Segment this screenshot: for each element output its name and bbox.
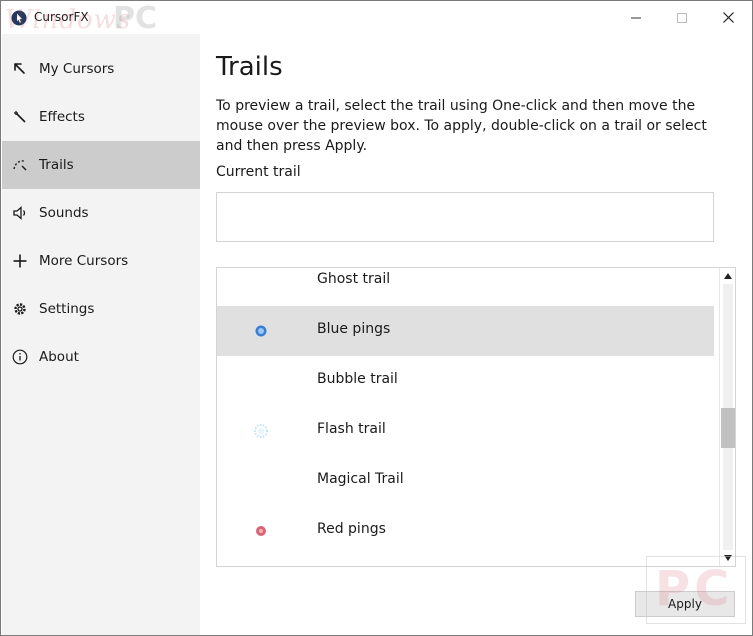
scroll-down-button[interactable] (720, 551, 735, 565)
sidebar-item-label: More Cursors (39, 253, 129, 269)
window-title: CursorFX (34, 10, 89, 24)
sidebar-item-label: My Cursors (39, 61, 115, 77)
magic-wand-icon (12, 109, 28, 125)
speaker-icon (12, 205, 28, 221)
sidebar-item-about[interactable]: About (2, 333, 200, 381)
magical-trail-thumbnail-icon (251, 471, 271, 491)
app-window: CursorFX Windows PC My Cursors Effects T… (0, 0, 753, 636)
sidebar-item-settings[interactable]: Settings (2, 285, 200, 333)
trail-preview-box[interactable] (216, 192, 714, 242)
current-trail-label: Current trail (216, 164, 301, 180)
cursor-arrow-icon (12, 61, 28, 77)
scroll-down-icon (724, 555, 732, 561)
trail-name: Ghost trail (317, 271, 391, 287)
sidebar-item-sounds[interactable]: Sounds (2, 189, 200, 237)
title-bar[interactable]: CursorFX Windows PC (1, 1, 752, 36)
ghost-trail-thumbnail-icon (251, 271, 271, 291)
trail-name: Magical Trail (317, 471, 404, 487)
main-panel: Trails To preview a trail, select the tr… (200, 34, 752, 635)
red-ping-thumbnail-icon (251, 521, 271, 541)
sidebar-item-my-cursors[interactable]: My Cursors (2, 45, 200, 93)
watermark-suffix: PC (113, 1, 158, 36)
maximize-icon (677, 12, 687, 23)
sidebar-item-more-cursors[interactable]: More Cursors (2, 237, 200, 285)
bubble-trail-thumbnail-icon (251, 371, 271, 391)
sidebar: My Cursors Effects Trails Sounds More Cu… (2, 34, 200, 635)
apply-button[interactable]: Apply (635, 591, 735, 617)
blue-ping-thumbnail-icon (251, 321, 271, 341)
gear-icon (12, 301, 28, 317)
sidebar-item-label: Trails (39, 157, 74, 173)
info-icon (12, 349, 28, 365)
trail-list[interactable]: Ghost trail Blue pings Bubble trail Flas… (216, 267, 736, 567)
page-title: Trails (216, 52, 283, 82)
scrollbar-thumb[interactable] (721, 408, 735, 448)
minimize-icon (631, 17, 641, 18)
trail-row-magical-trail[interactable]: Magical Trail (217, 456, 714, 506)
close-button[interactable] (705, 1, 751, 34)
trail-row-blue-pings[interactable]: Blue pings (217, 306, 714, 356)
trail-row-flash-trail[interactable]: Flash trail (217, 406, 714, 456)
scroll-up-button[interactable] (720, 269, 735, 283)
minimize-button[interactable] (613, 1, 659, 34)
trail-name: Blue pings (317, 321, 391, 337)
trail-row-ghost-trail[interactable]: Ghost trail (217, 268, 714, 306)
maximize-button[interactable] (659, 1, 705, 34)
sidebar-item-label: Effects (39, 109, 85, 125)
sidebar-item-label: Sounds (39, 205, 89, 221)
trail-dots-icon (12, 157, 28, 173)
trail-name: Flash trail (317, 421, 386, 437)
sidebar-item-label: Settings (39, 301, 95, 317)
trail-name: Red pings (317, 521, 386, 537)
flash-trail-thumbnail-icon (251, 421, 271, 441)
trail-row-bubble-trail[interactable]: Bubble trail (217, 356, 714, 406)
trail-list-scrollbar[interactable] (719, 268, 735, 566)
plus-icon (12, 253, 28, 269)
instructions-text: To preview a trail, select the trail usi… (216, 98, 707, 154)
sidebar-item-effects[interactable]: Effects (2, 93, 200, 141)
cursorfx-logo-icon (11, 10, 27, 26)
sidebar-item-label: About (39, 349, 79, 365)
sidebar-item-trails[interactable]: Trails (2, 141, 200, 189)
scroll-up-icon (724, 273, 732, 279)
close-icon (722, 12, 734, 23)
trail-row-red-pings[interactable]: Red pings (217, 506, 714, 556)
trail-name: Bubble trail (317, 371, 398, 387)
